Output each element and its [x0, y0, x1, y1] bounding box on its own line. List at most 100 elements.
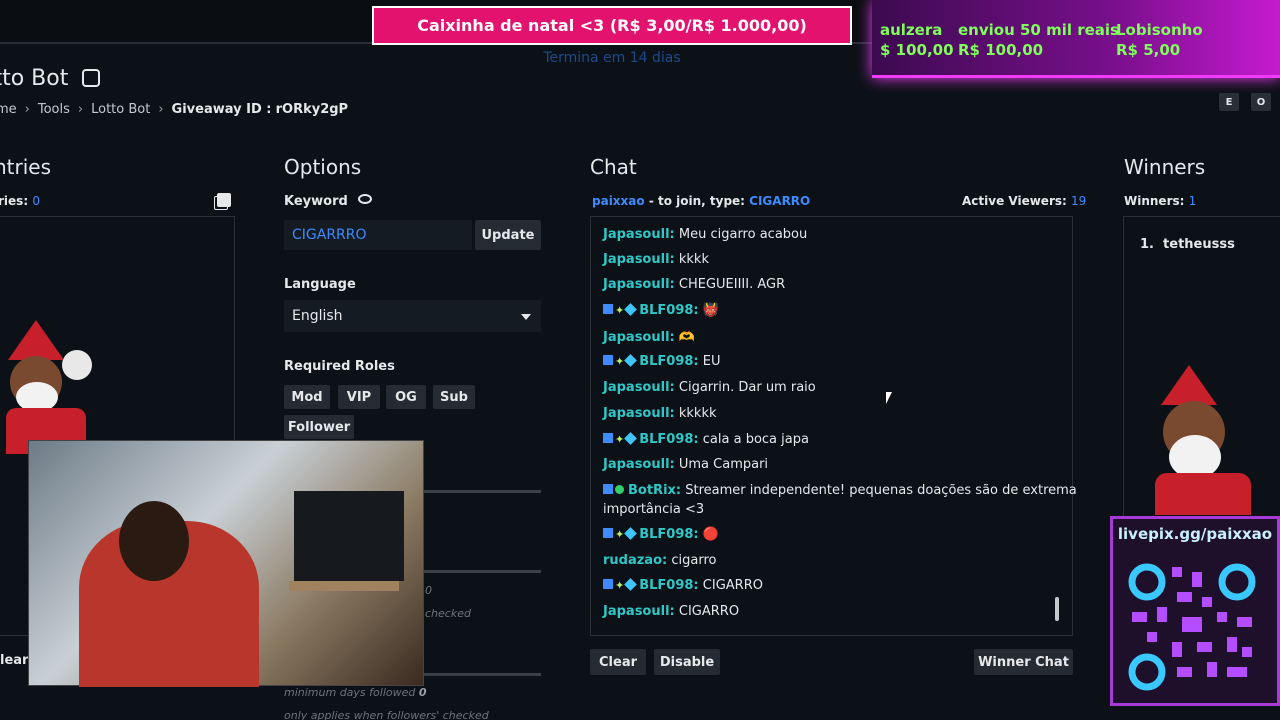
page-title: otto Bot [0, 66, 101, 91]
chevron-right-icon: › [77, 102, 84, 117]
star-badge-icon: ✦ [615, 304, 625, 317]
chip-o[interactable]: O [1251, 93, 1271, 111]
chat-message: Japasoull: kkkkk [603, 406, 717, 421]
chat-log[interactable]: Japasoull: Meu cigarro acabou Japasoull:… [590, 216, 1077, 636]
chat-username[interactable]: BotRix: [628, 483, 681, 498]
keyword-input[interactable]: CIGARRRO [284, 220, 472, 250]
slider-value-small: 0 [425, 584, 432, 597]
chat-username[interactable]: rudazao: [603, 553, 667, 568]
chat-message: Japasoull: CHEGUEIIII. AGR [603, 277, 785, 292]
role-sub-button[interactable]: Sub [433, 385, 475, 409]
santa-hat-icon [8, 320, 64, 360]
breadcrumb-home[interactable]: me [0, 102, 17, 117]
chat-username[interactable]: Japasoull: [603, 380, 675, 395]
role-vip-button[interactable]: VIP [338, 385, 380, 409]
chat-text: kkkkk [678, 406, 717, 421]
star-badge-icon: ✦ [615, 355, 625, 368]
santa-sticker-right [1135, 365, 1255, 515]
chat-message: rudazao: cigarro [603, 553, 716, 568]
chat-text: Uma Campari [678, 457, 769, 472]
entries-count-value: 0 [32, 194, 40, 208]
chat-text: CIGARRO [702, 578, 763, 593]
chat-message: Japasoull: CIGARRO [603, 604, 739, 619]
join-text: - to join, type: [648, 194, 745, 208]
chat-username[interactable]: BLF098: [639, 303, 698, 318]
chat-clear-button[interactable]: Clear [590, 649, 646, 675]
update-button[interactable]: Update [475, 220, 541, 250]
role-og-button[interactable]: OG [386, 385, 426, 409]
chat-username[interactable]: Japasoull: [603, 277, 675, 292]
chat-username[interactable]: Japasoull: [603, 252, 675, 267]
language-select[interactable]: English [284, 300, 541, 332]
winners-count-label: Winners: [1124, 194, 1185, 208]
entries-count: ries: 0 [0, 194, 40, 208]
min-days-value: 0 [418, 686, 427, 699]
giveaway-id-label: Giveaway ID : [171, 102, 272, 117]
chip-e[interactable]: E [1219, 93, 1239, 111]
chevron-right-icon: › [24, 102, 30, 117]
chat-username[interactable]: Japasoull: [603, 457, 675, 472]
donation-item: aulzera $ 100,00 [880, 20, 954, 60]
donor-name: enviou 50 mil reais [958, 21, 1119, 39]
chat-message: Japasoull: Uma Campari [603, 457, 768, 472]
eye-icon[interactable] [358, 194, 372, 204]
donation-goal-banner: Caixinha de natal <3 (R$ 3,00/R$ 1.000,0… [372, 6, 852, 45]
channel-name: paixxao [592, 194, 645, 208]
chat-message: ✦ BLF098: 🔴 [603, 527, 719, 542]
winners-title: Winners [1124, 155, 1206, 179]
copy-icon[interactable] [217, 193, 231, 207]
chevron-right-icon: › [158, 102, 164, 117]
join-keyword: CIGARRO [749, 194, 811, 208]
chat-message: Japasoull: kkkk [603, 252, 709, 267]
sub-luck-slider[interactable] [424, 570, 541, 573]
breadcrumb-tools[interactable]: Tools [38, 102, 70, 117]
mouse-cursor-icon [886, 392, 892, 404]
donor-name: Lobisonho [1116, 21, 1203, 39]
winners-count: Winners: 1 [1124, 194, 1196, 208]
donor-name: aulzera [880, 21, 943, 39]
role-mod-button[interactable]: Mod [284, 385, 330, 409]
santa-sticker-left [0, 320, 95, 455]
gem-badge-icon [624, 578, 638, 591]
chat-username[interactable]: Japasoull: [603, 406, 675, 421]
chat-join-instructions: paixxao - to join, type: CIGARRO [592, 194, 810, 208]
chat-username[interactable]: Japasoull: [603, 604, 675, 619]
winners-count-value: 1 [1188, 194, 1197, 208]
donation-goal-text: Caixinha de natal <3 (R$ 3,00/R$ 1.000,0… [417, 16, 807, 35]
language-label: Language [284, 277, 356, 292]
caret-down-icon [521, 314, 531, 320]
chat-username[interactable]: BLF098: [639, 527, 698, 542]
badge-icon [603, 579, 613, 589]
chat-text: kkkk [678, 252, 709, 267]
followed-days-slider[interactable] [424, 673, 541, 676]
badge-icon [603, 528, 613, 538]
luck-slider[interactable] [424, 490, 541, 493]
role-follower-button[interactable]: Follower [284, 415, 354, 439]
chat-username[interactable]: Japasoull: [603, 227, 675, 242]
entries-clear-button[interactable]: lear [0, 653, 28, 668]
gem-badge-icon [624, 303, 638, 316]
santa-hat-icon [1161, 365, 1217, 405]
chat-text: EU [702, 354, 721, 369]
checked-hint-text: checked [425, 607, 471, 620]
winner-chat-button[interactable]: Winner Chat [974, 649, 1073, 675]
followers-note: only applies when followers' checked [284, 709, 489, 720]
chat-text: Streamer independente! pequenas doações … [685, 483, 1077, 498]
chat-disable-button[interactable]: Disable [654, 649, 720, 675]
chat-username[interactable]: BLF098: [639, 432, 698, 447]
chat-username[interactable]: BLF098: [639, 578, 698, 593]
language-select-value: English [292, 308, 343, 324]
chat-message: ✦ BLF098: cala a boca japa [603, 432, 809, 447]
chat-message-continuation: importância <3 [603, 502, 705, 517]
donation-item: enviou 50 mil reais R$ 100,00 [958, 20, 1119, 60]
chat-username[interactable]: Japasoull: [603, 330, 675, 345]
pix-qr-overlay: livepix.gg/paixxao [1110, 516, 1280, 706]
chat-text: 👹 [702, 303, 719, 318]
keyword-label: Keyword [284, 194, 348, 209]
active-viewers-value: 19 [1071, 194, 1087, 208]
required-roles-label: Required Roles [284, 359, 395, 374]
chat-scrollbar[interactable] [1055, 597, 1059, 621]
chat-username[interactable]: BLF098: [639, 354, 698, 369]
chat-text: cala a boca japa [702, 432, 809, 447]
breadcrumb-lotto-bot[interactable]: Lotto Bot [91, 102, 150, 117]
